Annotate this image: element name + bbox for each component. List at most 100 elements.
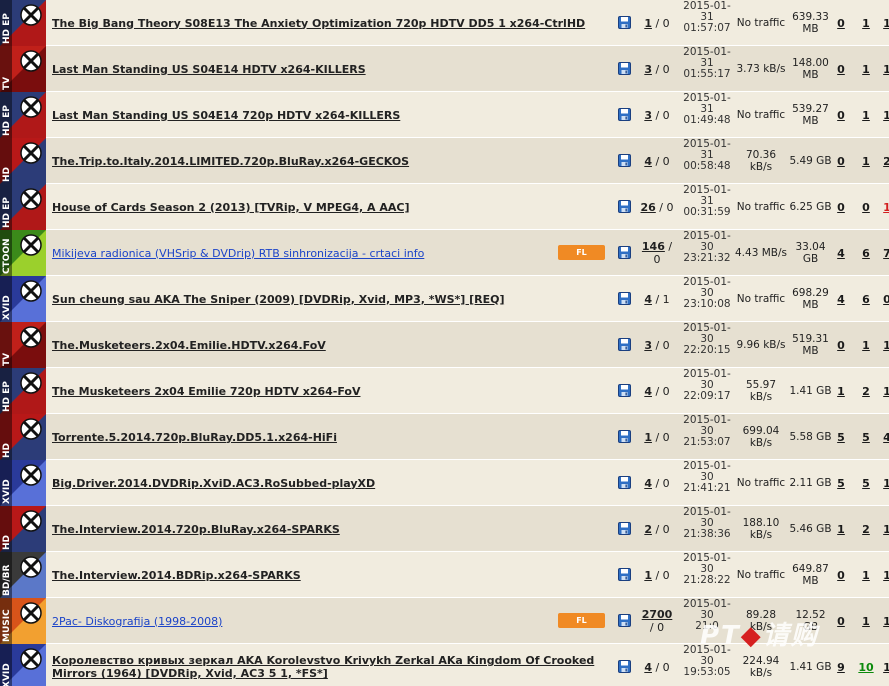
files-count-link[interactable]: 4 (644, 155, 652, 168)
download-icon[interactable] (618, 338, 631, 351)
seeders-link[interactable]: 0 (837, 339, 845, 352)
leechers-link[interactable]: 1 (862, 155, 870, 168)
seeders-link[interactable]: 0 (837, 17, 845, 30)
torrent-name-link[interactable]: Last Man Standing US S04E14 HDTV x264-KI… (52, 63, 366, 76)
tv-category-icon[interactable]: TV (0, 46, 46, 92)
leechers-link[interactable]: 1 (862, 17, 870, 30)
download-icon[interactable] (618, 476, 631, 489)
download-icon[interactable] (618, 62, 631, 75)
download-icon[interactable] (618, 660, 631, 673)
seeders-link[interactable]: 0 (837, 63, 845, 76)
seeders-link[interactable]: 0 (837, 109, 845, 122)
download-icon[interactable] (618, 522, 631, 535)
snatched-link[interactable]: 1 (883, 339, 889, 352)
music-category-icon[interactable]: MUSIC (0, 598, 46, 644)
snatched-link[interactable]: 1 (883, 523, 889, 536)
download-icon[interactable] (618, 568, 631, 581)
files-count-link[interactable]: 26 (640, 201, 655, 214)
snatched-link[interactable]: 2 (883, 155, 889, 168)
torrent-name-link[interactable]: Last Man Standing US S04E14 720p HDTV x2… (52, 109, 400, 122)
snatched-link[interactable]: 1 (883, 477, 889, 490)
download-icon[interactable] (618, 384, 631, 397)
hd-category-icon[interactable]: HD (0, 138, 46, 184)
torrent-name-link[interactable]: Mikijeva radionica (VHSrip & DVDrip) RTB… (52, 247, 424, 260)
cartoon-category-icon[interactable]: CTOON (0, 230, 46, 276)
files-count-link[interactable]: 4 (644, 385, 652, 398)
leechers-link[interactable]: 0 (862, 201, 870, 214)
torrent-name-link[interactable]: The.Trip.to.Italy.2014.LIMITED.720p.BluR… (52, 155, 409, 168)
seeders-link[interactable]: 9 (837, 661, 845, 674)
files-count-link[interactable]: 146 (642, 240, 665, 253)
torrent-name-link[interactable]: 2Pac- Diskografija (1998-2008) (52, 615, 222, 628)
leechers-link[interactable]: 6 (862, 247, 870, 260)
download-icon[interactable] (618, 200, 631, 213)
download-icon[interactable] (618, 292, 631, 305)
snatched-link[interactable]: 1 (883, 201, 889, 214)
seeders-link[interactable]: 5 (837, 431, 845, 444)
snatched-link[interactable]: 1 (883, 63, 889, 76)
seeders-link[interactable]: 4 (837, 247, 845, 260)
xvid-category-icon[interactable]: XVID (0, 644, 46, 686)
seeders-link[interactable]: 4 (837, 293, 845, 306)
xvid-category-icon[interactable]: XVID (0, 276, 46, 322)
snatched-link[interactable]: 1 (883, 17, 889, 30)
download-icon[interactable] (618, 430, 631, 443)
tv-category-icon[interactable]: TV (0, 322, 46, 368)
files-count-link[interactable]: 1 (644, 431, 652, 444)
download-icon[interactable] (618, 154, 631, 167)
seeders-link[interactable]: 0 (837, 201, 845, 214)
snatched-link[interactable]: 4 (883, 431, 889, 444)
torrent-name-link[interactable]: Big.Driver.2014.DVDRip.XviD.AC3.RoSubbed… (52, 477, 375, 490)
files-count-link[interactable]: 2700 (642, 608, 673, 621)
leechers-link[interactable]: 1 (862, 109, 870, 122)
files-count-link[interactable]: 1 (644, 17, 652, 30)
hd-ep-category-icon[interactable]: HD EP (0, 92, 46, 138)
leechers-link[interactable]: 5 (862, 431, 870, 444)
seeders-link[interactable]: 0 (837, 155, 845, 168)
torrent-name-link[interactable]: Sun cheung sau AKA The Sniper (2009) [DV… (52, 293, 505, 306)
snatched-link[interactable]: 7 (883, 247, 889, 260)
snatched-link[interactable]: 0 (883, 293, 889, 306)
download-icon[interactable] (618, 614, 631, 627)
leechers-link[interactable]: 1 (862, 63, 870, 76)
snatched-link[interactable]: 1 (883, 569, 889, 582)
files-count-link[interactable]: 1 (644, 569, 652, 582)
snatched-link[interactable]: 1 (883, 615, 889, 628)
leechers-link[interactable]: 2 (862, 523, 870, 536)
torrent-name-link[interactable]: The.Interview.2014.720p.BluRay.x264-SPAR… (52, 523, 340, 536)
torrent-name-link[interactable]: House of Cards Season 2 (2013) [TVRip, V… (52, 201, 410, 214)
files-count-link[interactable]: 4 (644, 293, 652, 306)
hd-ep-category-icon[interactable]: HD EP (0, 184, 46, 230)
download-icon[interactable] (618, 16, 631, 29)
xvid-category-icon[interactable]: XVID (0, 460, 46, 506)
seeders-link[interactable]: 1 (837, 523, 845, 536)
leechers-link[interactable]: 2 (862, 385, 870, 398)
hd-category-icon[interactable]: HD (0, 506, 46, 552)
torrent-name-link[interactable]: The Musketeers 2x04 Emilie 720p HDTV x26… (52, 385, 360, 398)
snatched-link[interactable]: 1 (883, 661, 889, 674)
hd-category-icon[interactable]: HD (0, 414, 46, 460)
download-icon[interactable] (618, 108, 631, 121)
leechers-link[interactable]: 1 (862, 339, 870, 352)
torrent-name-link[interactable]: Torrente.5.2014.720p.BluRay.DD5.1.x264-H… (52, 431, 337, 444)
leechers-link[interactable]: 5 (862, 477, 870, 490)
snatched-link[interactable]: 1 (883, 109, 889, 122)
torrent-name-link[interactable]: The.Interview.2014.BDRip.x264-SPARKS (52, 569, 301, 582)
download-icon[interactable] (618, 246, 631, 259)
seeders-link[interactable]: 0 (837, 615, 845, 628)
leechers-link[interactable]: 1 (862, 569, 870, 582)
hd-ep-category-icon[interactable]: HD EP (0, 0, 46, 46)
bluray-category-icon[interactable]: BD/BR (0, 552, 46, 598)
torrent-name-link[interactable]: Королевство кривых зеркал AKA Korolevstv… (52, 654, 607, 680)
files-count-link[interactable]: 4 (644, 661, 652, 674)
seeders-link[interactable]: 0 (837, 569, 845, 582)
leechers-link[interactable]: 10 (858, 661, 873, 674)
snatched-link[interactable]: 1 (883, 385, 889, 398)
files-count-link[interactable]: 3 (644, 109, 652, 122)
files-count-link[interactable]: 3 (644, 339, 652, 352)
leechers-link[interactable]: 1 (862, 615, 870, 628)
seeders-link[interactable]: 1 (837, 385, 845, 398)
torrent-name-link[interactable]: The Big Bang Theory S08E13 The Anxiety O… (52, 17, 585, 30)
leechers-link[interactable]: 6 (862, 293, 870, 306)
torrent-name-link[interactable]: The.Musketeers.2x04.Emilie.HDTV.x264.FoV (52, 339, 326, 352)
